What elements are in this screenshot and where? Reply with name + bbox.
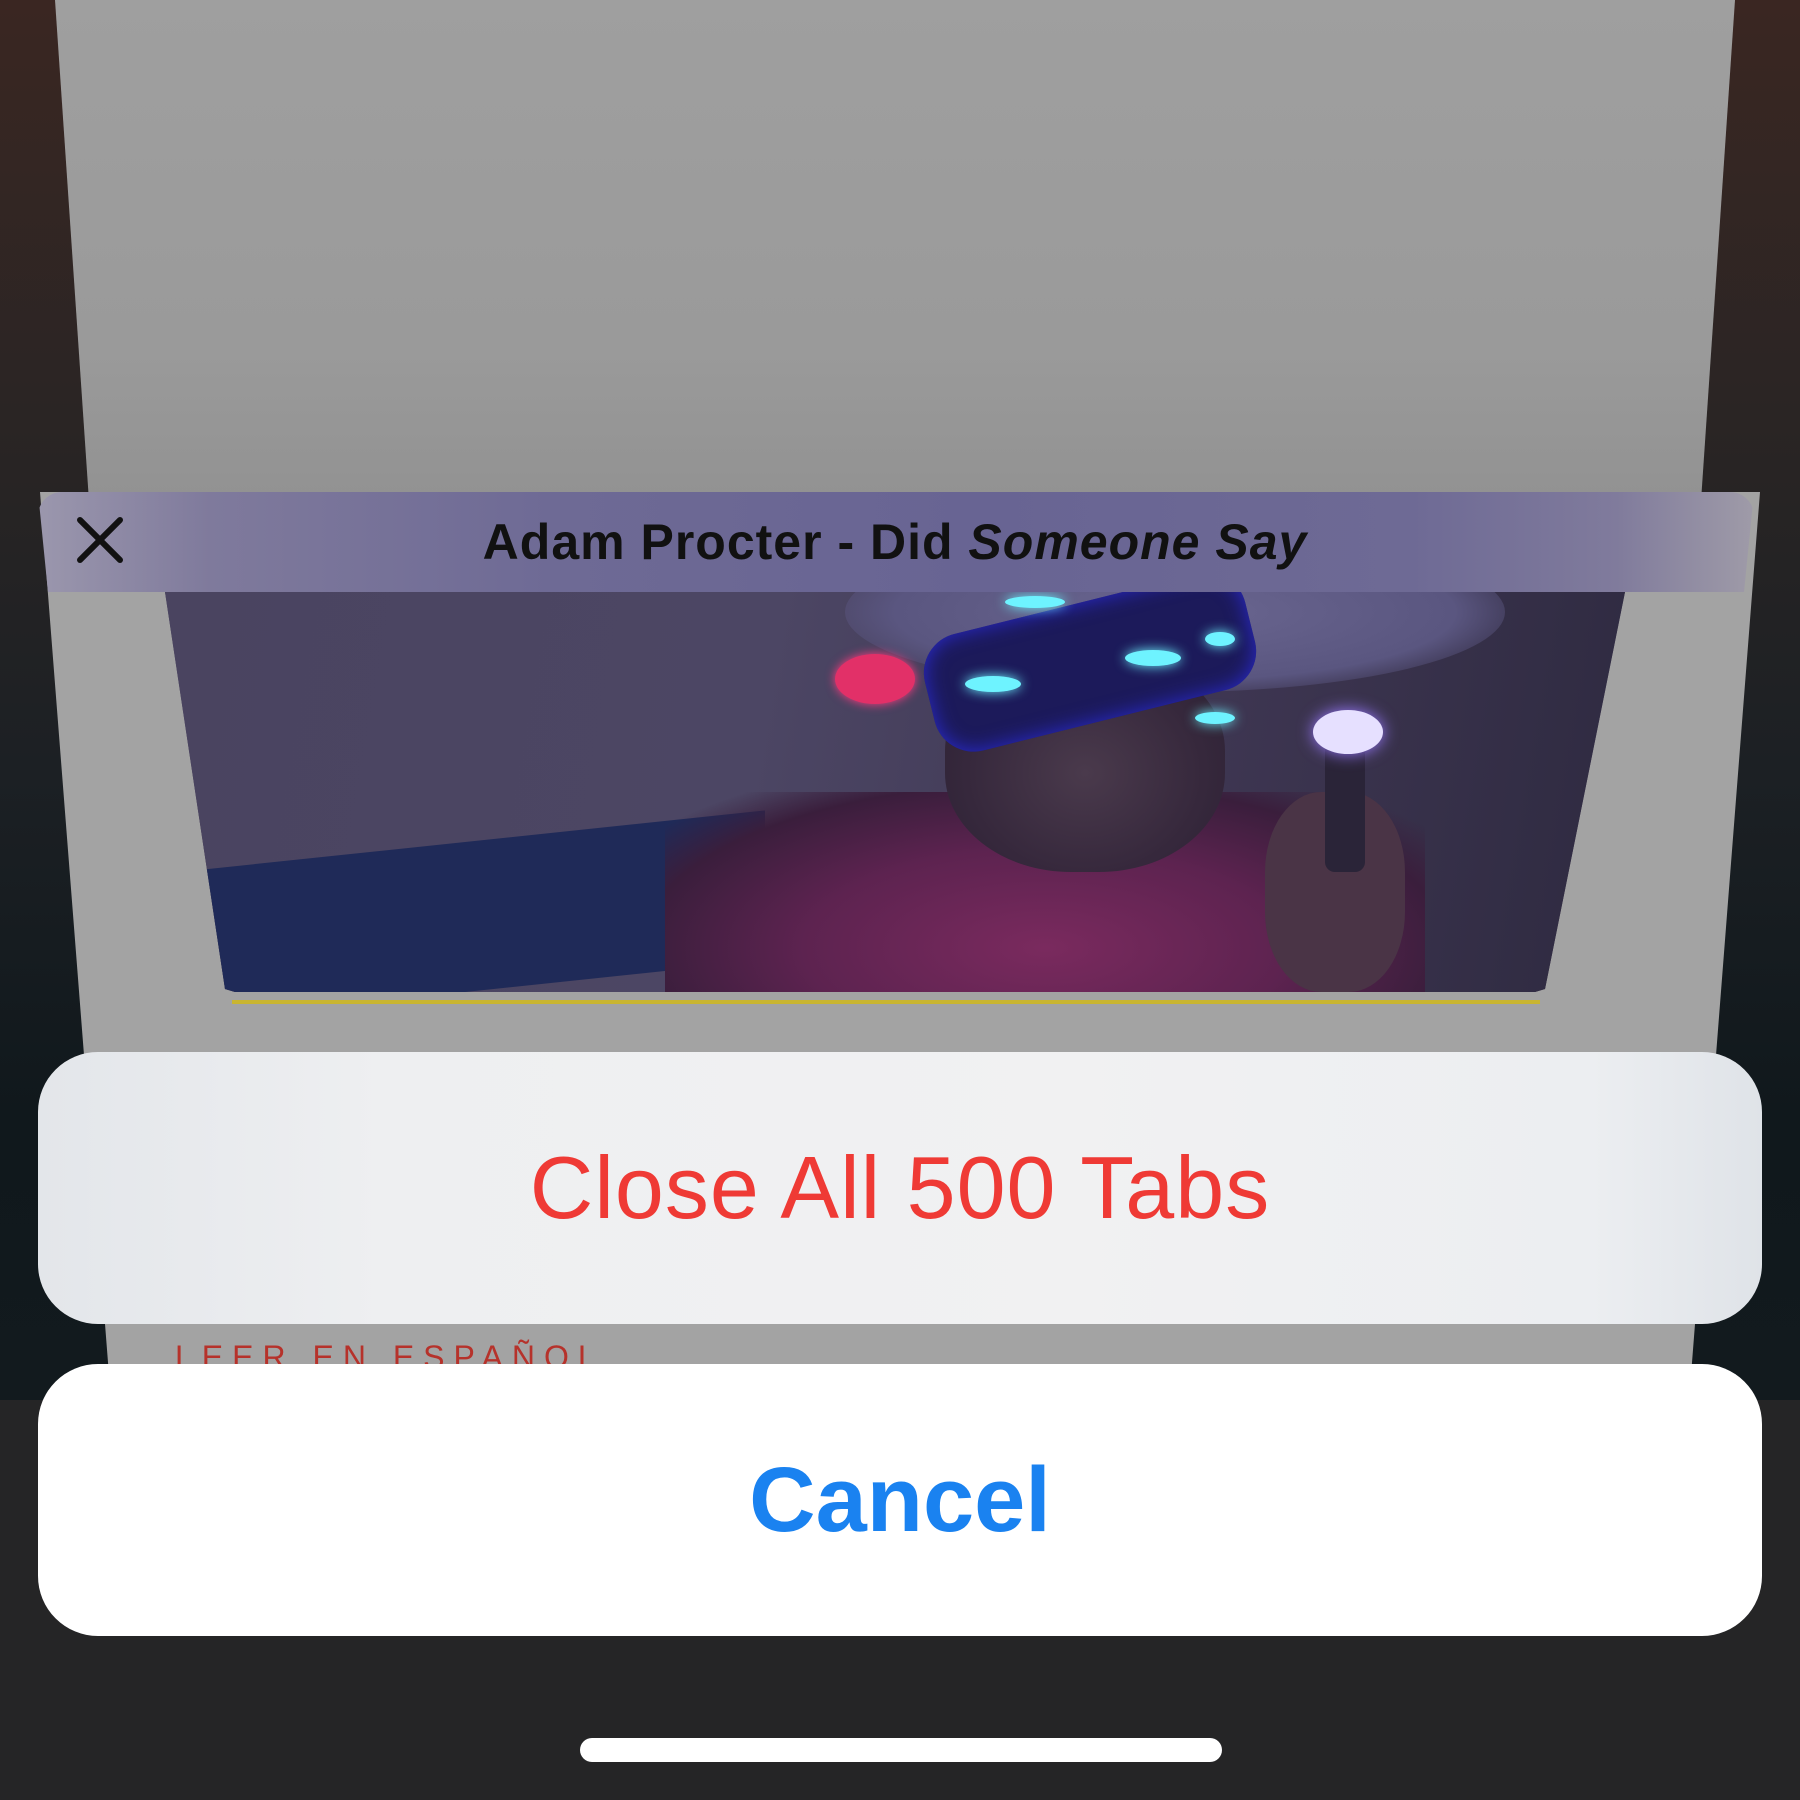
image-headset-light [965,676,1021,692]
image-headset-light [1005,596,1065,608]
tab-title: Adam Procter - Did Someone Say [160,510,1630,574]
close-icon [77,517,123,563]
image-headset-light [1195,712,1235,724]
divider-line [232,1000,1540,1004]
close-all-tabs-label: Close All 500 Tabs [529,1138,1271,1237]
image-controller-light [1313,710,1383,754]
close-all-tabs-button[interactable]: Close All 500 Tabs [38,1052,1762,1324]
tab-title-text: Adam Procter - Did [482,514,969,570]
image-pink-light [835,654,915,704]
image-controller [1325,742,1365,872]
close-tab-button[interactable] [72,512,128,568]
image-headset-light [1205,632,1235,646]
tab-title-italic: Someone Say [968,514,1308,570]
home-indicator[interactable] [580,1738,1222,1762]
tab-preview-image [165,592,1625,992]
cancel-button[interactable]: Cancel [38,1364,1762,1636]
cancel-label: Cancel [749,1448,1051,1551]
image-headset-light [1125,650,1181,666]
